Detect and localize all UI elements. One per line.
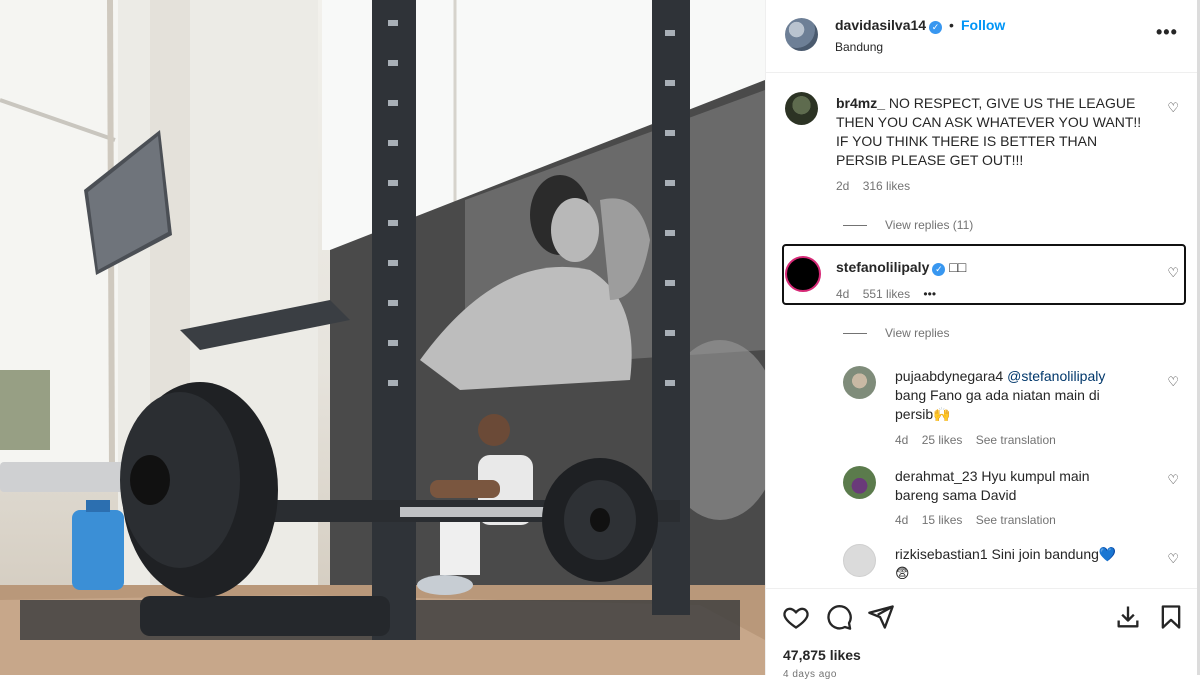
post-location[interactable]: Bandung [835, 40, 883, 54]
view-replies-button[interactable]: View replies (11) [843, 218, 973, 232]
post-actions-bar: 47,875 likes 4 days ago [766, 588, 1197, 680]
reply-likes[interactable]: 15 likes [922, 513, 963, 527]
comment-text: □□ [949, 259, 967, 275]
reply-like-heart-icon[interactable]: ♡ [1167, 374, 1179, 390]
author-username-text[interactable]: davidasilva14 [835, 17, 926, 33]
comment-age: 4d [836, 287, 850, 301]
reply-like-heart-icon[interactable]: ♡ [1167, 551, 1179, 567]
reply-age: 4d [895, 433, 909, 447]
reply-body: pujaabdynegara4 @stefanolilipaly bang Fa… [895, 367, 1135, 424]
verified-icon: ✓ [929, 21, 943, 34]
post-header: davidasilva14 ✓ • Follow Bandung ••• [766, 0, 1197, 73]
more-options-icon[interactable]: ••• [1156, 22, 1178, 43]
replier-username[interactable]: derahmat_23 [895, 468, 978, 484]
reply-likes[interactable]: 25 likes [922, 433, 963, 447]
reply-body: derahmat_23 Hyu kumpul main bareng sama … [895, 467, 1125, 505]
reply-mention[interactable]: @stefanolilipaly [1007, 368, 1105, 384]
comment-age: 2d [836, 179, 850, 193]
post-photo[interactable] [0, 0, 765, 675]
replier-username[interactable]: pujaabdynegara4 [895, 368, 1003, 384]
reply-text: Sini join bandung [991, 546, 1099, 562]
gym-photo-illustration [0, 0, 765, 675]
follow-button[interactable]: Follow [961, 17, 1005, 33]
see-translation-button[interactable]: See translation [976, 513, 1056, 527]
reply-emoji: 🙌 [933, 406, 951, 422]
commenter-username[interactable]: stefanolilipaly [836, 259, 929, 275]
commenter-username[interactable]: br4mz_ [836, 95, 885, 111]
reply-emoji: 💙 [1098, 546, 1117, 562]
comment-body: br4mz_ NO RESPECT, GIVE US THE LEAGUE TH… [836, 94, 1146, 170]
reply-body: rizkisebastian1 Sini join bandung💙 😨 [895, 545, 1145, 583]
reply-meta: 4d 25 likes See translation [895, 433, 1066, 447]
comment-likes[interactable]: 316 likes [863, 179, 910, 193]
likes-count[interactable]: 47,875 likes [783, 647, 861, 663]
like-heart-icon[interactable] [782, 603, 810, 631]
verified-icon: ✓ [932, 263, 946, 276]
default-avatar-icon[interactable] [843, 544, 876, 577]
share-send-icon[interactable] [867, 603, 895, 631]
comment-like-heart-icon[interactable]: ♡ [1167, 100, 1179, 116]
comment-likes[interactable]: 551 likes [863, 287, 910, 301]
reply-text: bang Fano ga ada niatan main di persib [895, 387, 1100, 422]
commenter-avatar[interactable] [785, 256, 821, 292]
commenter-avatar[interactable] [785, 92, 818, 125]
replier-avatar[interactable] [843, 466, 876, 499]
post-detail-panel: davidasilva14 ✓ • Follow Bandung ••• br4m… [765, 0, 1200, 680]
save-bookmark-icon[interactable] [1157, 603, 1185, 631]
view-replies-button[interactable]: View replies [843, 326, 949, 340]
comment-more-icon[interactable]: ••• [923, 287, 936, 301]
comment-body: stefanolilipaly ✓ □□ [836, 258, 1136, 277]
separator-dot: • [949, 17, 954, 33]
comment-icon[interactable] [825, 603, 853, 631]
replier-username[interactable]: rizkisebastian1 [895, 546, 988, 562]
replier-avatar[interactable] [843, 366, 876, 399]
comment-meta: 2d 316 likes [836, 179, 920, 193]
see-translation-button[interactable]: See translation [976, 433, 1056, 447]
reply-like-heart-icon[interactable]: ♡ [1167, 472, 1179, 488]
author-avatar[interactable] [785, 18, 818, 51]
reply-emoji-2: 😨 [895, 565, 910, 581]
reply-age: 4d [895, 513, 909, 527]
reply-meta: 4d 15 likes See translation [895, 513, 1066, 527]
author-username[interactable]: davidasilva14 ✓ [835, 17, 943, 34]
comment-like-heart-icon[interactable]: ♡ [1167, 265, 1179, 281]
comment-meta: 4d 551 likes ••• [836, 287, 946, 301]
download-icon[interactable] [1114, 603, 1142, 631]
